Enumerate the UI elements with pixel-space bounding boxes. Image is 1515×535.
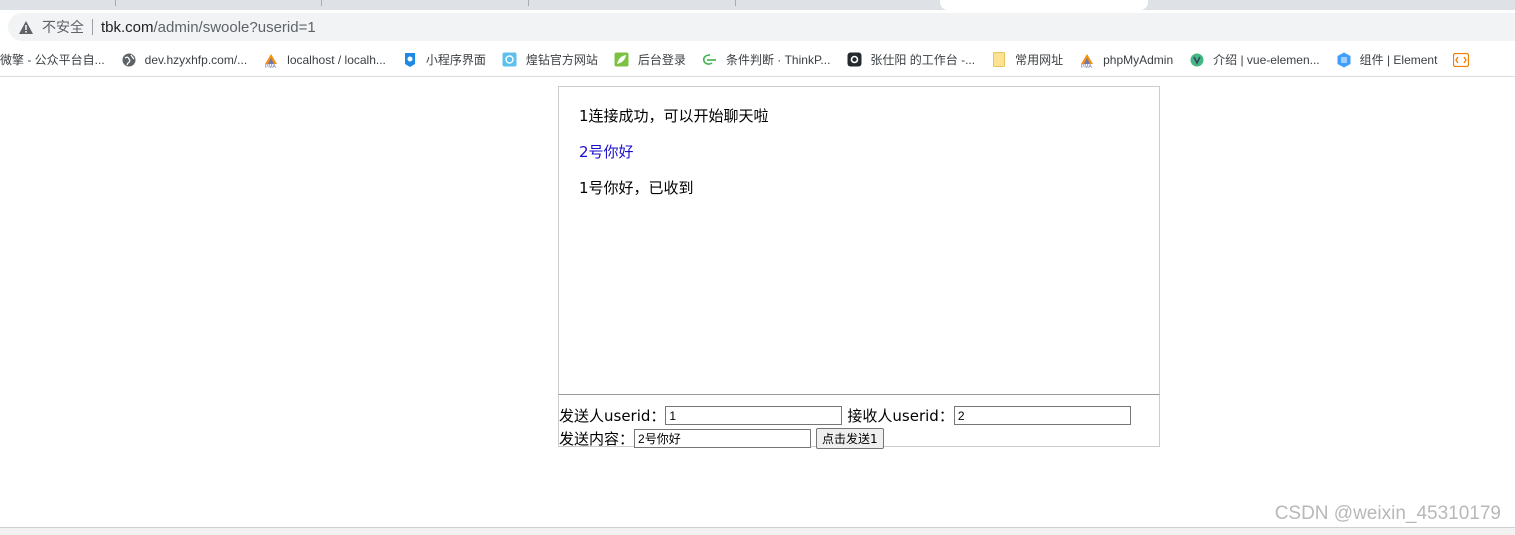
bookmark-label: localhost / localh...	[287, 52, 386, 67]
svg-text:PMA: PMA	[265, 64, 277, 68]
bookmark-label: phpMyAdmin	[1103, 52, 1174, 67]
bookmark-label: 微擎 - 公众平台自...	[0, 53, 105, 67]
bookmark-label: 张仕阳 的工作台 -...	[870, 53, 976, 67]
site-icon	[502, 52, 518, 68]
warning-icon[interactable]	[18, 19, 34, 35]
url-text[interactable]: tbk.com/admin/swoole?userid=1	[101, 19, 316, 36]
bookmark-label: 条件判断 · ThinkP...	[725, 53, 831, 67]
bookmark-item[interactable]: PMA phpMyAdmin	[1071, 47, 1181, 73]
security-label[interactable]: 不安全	[42, 17, 84, 37]
bookmark-label: 常用网址	[1015, 53, 1064, 67]
content-label: 发送内容：	[559, 430, 635, 448]
bookmark-label: dev.hzyxhfp.com/...	[144, 52, 248, 67]
phpmyadmin-icon: PMA	[263, 52, 279, 68]
bookmark-label: 后台登录	[637, 53, 686, 67]
folder-icon	[991, 52, 1007, 68]
chat-message-self: 2号你好	[579, 143, 634, 161]
tab-separator	[115, 0, 116, 6]
content-row: 发送内容： 点击发送1	[559, 428, 884, 449]
tab-separator	[528, 0, 529, 6]
bookmark-label: 介绍 | vue-elemen...	[1213, 53, 1320, 67]
globe-icon	[121, 52, 137, 68]
bookmark-item[interactable]: 微擎 - 公众平台自...	[0, 47, 113, 73]
bookmark-item[interactable]: 条件判断 · ThinkP...	[694, 47, 838, 73]
address-bar[interactable]: 不安全 tbk.com/admin/swoole?userid=1	[8, 13, 1515, 41]
receiver-userid-input[interactable]	[953, 406, 1131, 425]
sender-userid-input[interactable]	[665, 406, 843, 425]
active-tab[interactable]	[940, 0, 1148, 10]
bookmark-item[interactable]: 煌钻官方网站	[494, 47, 606, 73]
bookmark-label: 小程序界面	[425, 53, 486, 67]
bookmark-item[interactable]: 后台登录	[606, 47, 694, 73]
element-icon	[1336, 52, 1352, 68]
receiver-label: 接收人userid：	[847, 407, 954, 425]
tab-separator	[735, 0, 736, 6]
userid-row: 发送人userid： 接收人userid：	[559, 405, 1131, 426]
code-icon	[1453, 52, 1470, 68]
send-form: 发送人userid： 接收人userid： 发送内容： 点击发送1	[558, 394, 1160, 449]
bookmark-item[interactable]: 组件 | Element	[1328, 47, 1446, 73]
bookmark-item[interactable]: dev.hzyxhfp.com/...	[113, 47, 256, 73]
thinkphp-icon	[702, 52, 718, 68]
bookmark-item[interactable]: 张仕阳 的工作台 -...	[838, 47, 983, 73]
bookmark-label: 组件 | Element	[1359, 53, 1438, 67]
sender-label: 发送人userid：	[559, 407, 666, 425]
browser-toolbar: 不安全 tbk.com/admin/swoole?userid=1	[0, 10, 1515, 43]
bookmark-item[interactable]: PMA localhost / localh...	[255, 47, 394, 73]
github-icon	[846, 52, 862, 68]
leaf-icon	[614, 52, 630, 68]
chat-message-area[interactable]: 1连接成功，可以开始聊天啦 2号你好 1号你好，已收到	[558, 86, 1160, 396]
url-host: tbk.com	[101, 18, 154, 36]
csdn-watermark: CSDN @weixin_45310179	[1274, 503, 1501, 524]
bookmark-item[interactable]: 介绍 | vue-elemen...	[1181, 47, 1328, 73]
bookmark-overflow[interactable]	[1445, 47, 1485, 73]
tab-strip	[0, 0, 1515, 10]
phpmyadmin-icon: PMA	[1079, 52, 1095, 68]
bookmark-label: 煌钻官方网站	[525, 53, 598, 67]
chat-message: 1连接成功，可以开始聊天啦	[579, 107, 769, 125]
message-content-input[interactable]	[634, 429, 812, 448]
vue-icon	[1189, 52, 1205, 68]
tab-separator	[321, 0, 322, 6]
bookmarks-bar: 微擎 - 公众平台自... dev.hzyxhfp.com/... PMA lo…	[0, 43, 1515, 77]
url-path: /admin/swoole?userid=1	[153, 18, 316, 36]
omnibox-divider	[92, 19, 93, 35]
svg-text:PMA: PMA	[1081, 64, 1093, 68]
miniprogram-icon	[402, 52, 418, 68]
bookmark-item[interactable]: 小程序界面	[394, 47, 494, 73]
chat-message: 1号你好，已收到	[579, 179, 694, 197]
send-button[interactable]: 点击发送1	[816, 428, 884, 449]
bookmark-item[interactable]: 常用网址	[983, 47, 1071, 73]
